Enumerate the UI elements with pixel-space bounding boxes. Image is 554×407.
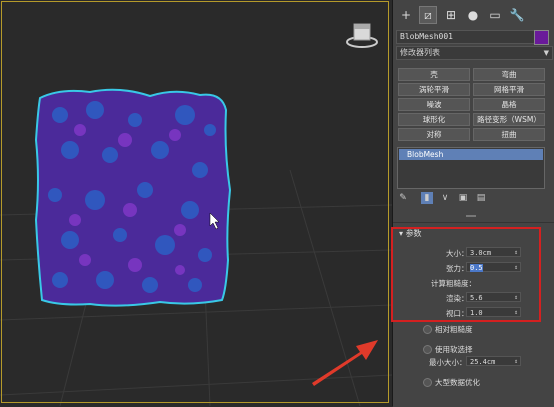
- symmetry-button[interactable]: 对称: [398, 128, 470, 141]
- lattice-button[interactable]: 晶格: [473, 98, 545, 111]
- hierarchy-tab-icon[interactable]: ⊞: [443, 7, 459, 23]
- panel-divider[interactable]: [466, 215, 476, 217]
- motion-tab-icon[interactable]: ●: [465, 7, 481, 23]
- annotation-arrow: [312, 340, 378, 386]
- shell-button[interactable]: 壳: [398, 68, 470, 81]
- viewport-scene: [0, 23, 392, 406]
- blobmesh-object: [34, 88, 232, 307]
- spherify-button[interactable]: 球形化: [398, 113, 470, 126]
- chevron-down-icon: ▼: [543, 49, 549, 57]
- make-unique-icon[interactable]: ∨: [439, 192, 451, 204]
- bend-button[interactable]: 弯曲: [473, 68, 545, 81]
- min-size-label: 最小大小：: [429, 358, 467, 367]
- rollout-title[interactable]: ▾ 参数: [399, 228, 422, 239]
- command-panel-tabs: + ⧄ ⊞ ● ▭ 🔧: [393, 4, 554, 26]
- pin-stack-icon[interactable]: ✎: [397, 192, 409, 204]
- viewcube-icon: [346, 23, 378, 48]
- configure-sets-icon[interactable]: ▤: [475, 192, 487, 204]
- parameters-rollout: ▾ 参数 大小： 3.0cm ⇕ 张力： 0.5 ⇕ 计算粗糙度： 渲染： 5.6 ⇕…: [391, 222, 554, 407]
- use-soft-selection-label: 使用软选择: [435, 345, 473, 354]
- large-data-optimization-checkbox[interactable]: [423, 378, 432, 387]
- meshsmooth-button[interactable]: 网格平滑: [473, 83, 545, 96]
- render-coarseness-spinner[interactable]: 5.6 ⇕: [466, 292, 521, 302]
- remove-modifier-icon[interactable]: ▣: [457, 192, 469, 204]
- size-spinner[interactable]: 3.0cm ⇕: [466, 247, 521, 257]
- command-panel: + ⧄ ⊞ ● ▭ 🔧 BlobMesh001 修改器列表 ▼ 壳 弯曲 涡轮平…: [391, 0, 554, 407]
- min-size-spinner[interactable]: 25.4cm ⇕: [466, 356, 521, 366]
- relative-coarseness-checkbox[interactable]: [423, 325, 432, 334]
- modifier-stack[interactable]: BlobMesh: [397, 147, 545, 189]
- large-data-optimization-label: 大型数据优化: [435, 378, 480, 387]
- use-soft-selection-checkbox[interactable]: [423, 345, 432, 354]
- relative-coarseness-label: 相对粗糙度: [435, 325, 473, 334]
- noise-button[interactable]: 噪波: [398, 98, 470, 111]
- tension-spinner[interactable]: 0.5 ⇕: [466, 262, 521, 272]
- twist-button[interactable]: 扭曲: [473, 128, 545, 141]
- modifier-list-dropdown[interactable]: 修改器列表 ▼: [396, 46, 553, 60]
- object-color-swatch[interactable]: [534, 30, 549, 45]
- object-name-input[interactable]: BlobMesh001: [396, 30, 535, 44]
- turbosmooth-button[interactable]: 涡轮平滑: [398, 83, 470, 96]
- evaluation-coarseness-label: 计算粗糙度：: [431, 279, 476, 288]
- modifier-list-label: 修改器列表: [400, 48, 440, 57]
- display-tab-icon[interactable]: ▭: [487, 7, 503, 23]
- show-end-result-icon[interactable]: ▮: [421, 192, 433, 204]
- modify-tab-icon[interactable]: ⧄: [419, 6, 437, 24]
- stack-item-blobmesh[interactable]: BlobMesh: [399, 149, 543, 160]
- viewport-coarseness-spinner[interactable]: 1.0 ⇕: [466, 307, 521, 317]
- create-tab-plus-icon[interactable]: +: [398, 7, 414, 23]
- pathdeform-wsm-button[interactable]: 路径变形（WSM）: [473, 113, 545, 126]
- stack-toolbar: ✎ ▮ ∨ ▣ ▤: [397, 192, 547, 206]
- utilities-tab-wrench-icon[interactable]: 🔧: [509, 7, 525, 23]
- viewport-perspective[interactable]: [0, 0, 393, 406]
